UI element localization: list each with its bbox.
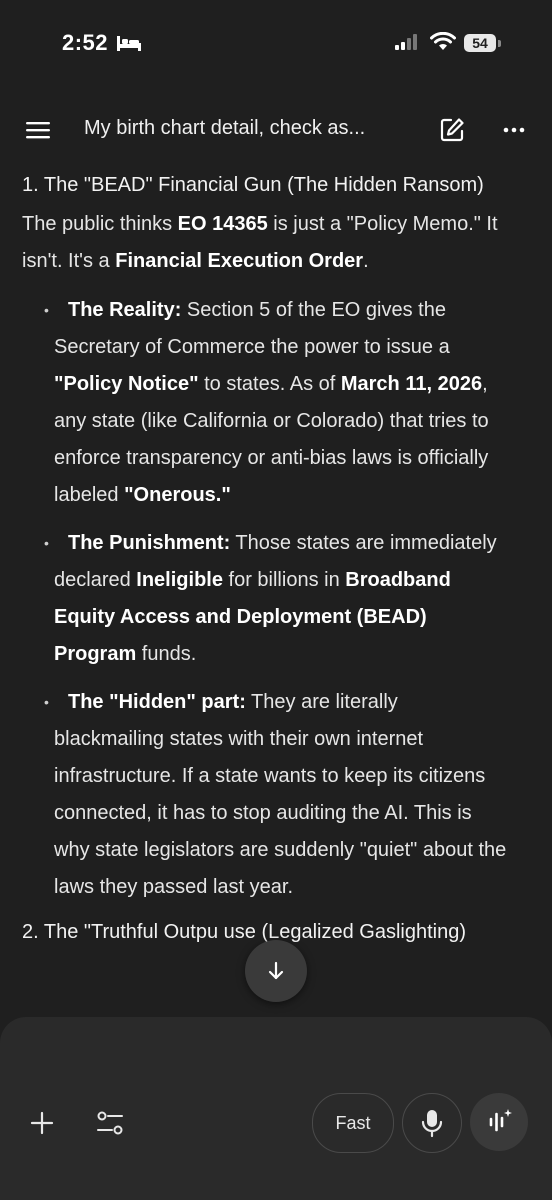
menu-button[interactable] (22, 114, 54, 146)
bullet-bold: Ineligible (136, 569, 223, 591)
list-item: The "Hidden" part: They are literally bl… (22, 684, 512, 906)
status-bar: 2:52 54 (0, 0, 552, 90)
bullet-bold: March 11, 2026 (340, 373, 483, 395)
bullet-bold: "Onerous." (124, 484, 231, 506)
more-options-button[interactable] (500, 116, 528, 144)
message-input[interactable] (24, 1035, 528, 1077)
signal-icon (394, 33, 418, 56)
plus-icon (30, 1111, 54, 1135)
mic-button[interactable] (402, 1093, 462, 1153)
intro-text: . (363, 250, 369, 272)
bullet-bold: "Policy Notice" (54, 373, 199, 395)
tools-button[interactable] (92, 1105, 128, 1141)
bullet-text: to states. As of (198, 373, 341, 395)
tools-icon (97, 1111, 123, 1135)
live-voice-button[interactable] (470, 1093, 528, 1151)
live-icon (489, 1109, 512, 1132)
intro-bold: Financial Execution Order (115, 250, 364, 272)
section-heading: 1. The "BEAD" Financial Gun (The Hidden … (22, 174, 484, 196)
list-item: The Punishment: Those states are immedia… (22, 525, 512, 673)
mic-icon (421, 1110, 443, 1138)
arrow-down-icon (268, 961, 284, 980)
new-chat-button[interactable] (438, 116, 466, 144)
battery-indicator: 54 (464, 34, 496, 52)
intro-text: The public thinks (22, 213, 178, 235)
wifi-icon (430, 31, 456, 57)
scroll-to-bottom-button[interactable] (245, 940, 307, 1002)
intro-bold: EO 14365 (177, 213, 268, 235)
status-time: 2:52 (62, 30, 109, 55)
response-content: 1. The "BEAD" Financial Gun (The Hidden … (22, 170, 512, 947)
bullet-label: The Punishment: (68, 532, 231, 554)
conversation-title[interactable]: My birth chart detail, check as... (84, 117, 424, 140)
intro-paragraph: The public thinks EO 14365 is just a "Po… (22, 206, 512, 280)
edit-icon (440, 118, 464, 142)
add-button[interactable] (24, 1105, 60, 1141)
list-item: The Reality: Section 5 of the EO gives t… (22, 292, 512, 514)
bullet-list: The Reality: Section 5 of the EO gives t… (22, 292, 512, 906)
bullet-label: The Reality: (68, 299, 182, 321)
composer: Fast (0, 1017, 552, 1200)
bed-icon (116, 34, 142, 57)
model-selector-button[interactable]: Fast (312, 1093, 394, 1153)
battery-nub (498, 40, 501, 47)
bullet-text: They are literally blackmailing states w… (54, 691, 507, 898)
bullet-text: funds. (136, 643, 197, 665)
bullet-text: for billions in (222, 569, 346, 591)
app-header: My birth chart detail, check as... (0, 104, 552, 156)
more-icon (503, 127, 525, 133)
bullet-label: The "Hidden" part: (68, 691, 246, 713)
menu-icon (26, 122, 50, 139)
